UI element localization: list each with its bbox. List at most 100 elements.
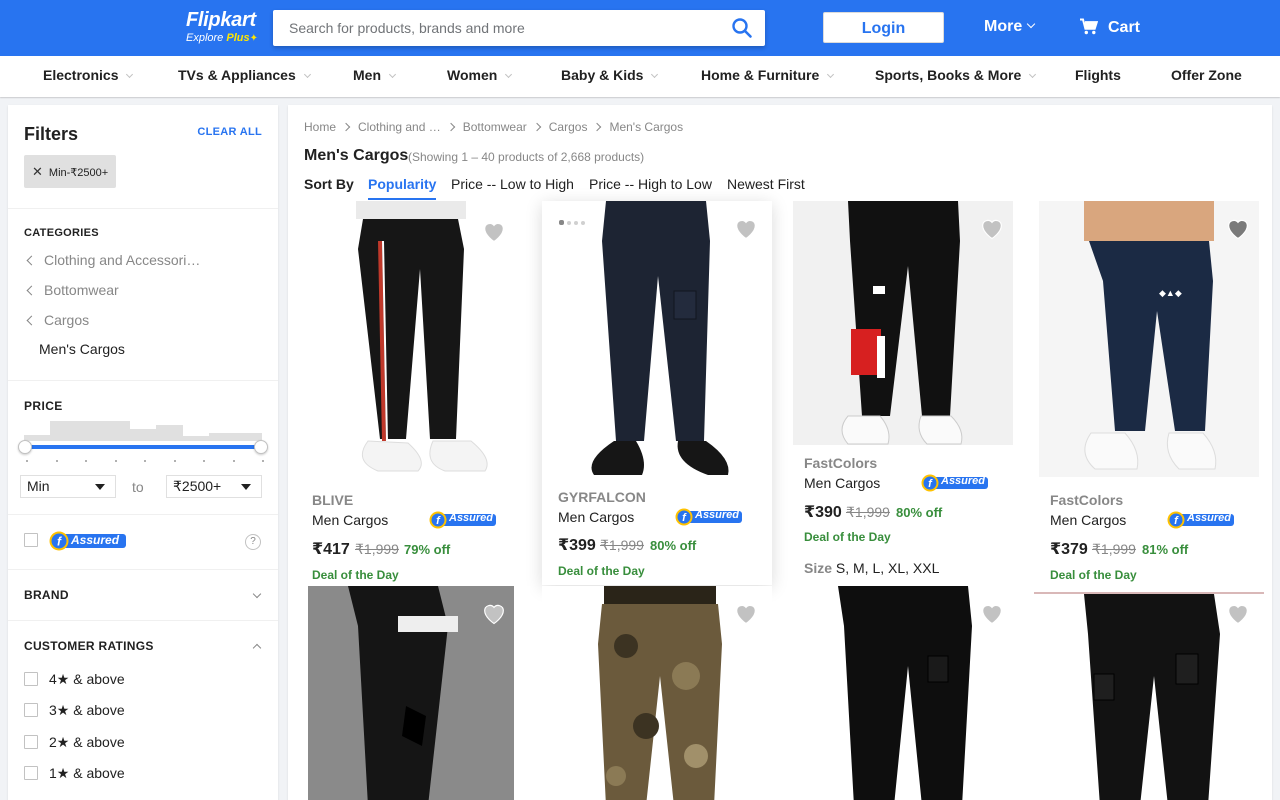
breadcrumb-cargos[interactable]: Cargos	[549, 120, 588, 134]
logo-wordmark: Flipkart	[186, 9, 256, 31]
nav-electronics[interactable]: Electronics	[43, 67, 134, 83]
rating-2-checkbox[interactable]	[24, 735, 38, 749]
nav-flights-label: Flights	[1075, 67, 1121, 83]
rating-3-checkbox[interactable]	[24, 703, 38, 717]
wishlist-heart-icon[interactable]	[732, 599, 760, 627]
rating-3-label[interactable]: 3★ & above	[49, 702, 125, 719]
product-image[interactable]	[556, 201, 762, 477]
sort-newest[interactable]: Newest First	[727, 176, 805, 192]
wishlist-heart-icon[interactable]	[978, 214, 1006, 242]
rating-2-label[interactable]: 2★ & above	[49, 734, 125, 751]
wishlist-heart-icon[interactable]	[732, 214, 760, 242]
nav-offer-zone-label: Offer Zone	[1171, 67, 1242, 83]
nav-home-furniture[interactable]: Home & Furniture	[701, 67, 835, 83]
more-menu[interactable]: More	[984, 18, 1036, 36]
product-card[interactable]	[542, 586, 772, 800]
current-category: Men's Cargos	[39, 341, 125, 357]
price-slider-tick	[262, 460, 264, 462]
product-name[interactable]: Men Cargos	[558, 509, 634, 525]
nav-sports-books[interactable]: Sports, Books & More	[875, 67, 1037, 83]
category-link-clothing[interactable]: Clothing and Accessori…	[24, 252, 200, 268]
sort-price-high-low[interactable]: Price -- High to Low	[589, 176, 712, 192]
wishlist-heart-icon[interactable]	[1224, 214, 1252, 242]
wishlist-heart-icon[interactable]	[480, 217, 508, 245]
price-slider-min-handle[interactable]	[18, 440, 32, 454]
wishlist-heart-icon[interactable]	[1224, 599, 1252, 627]
clear-all-button[interactable]: CLEAR ALL	[197, 126, 262, 138]
price-min-select[interactable]: Min	[20, 475, 116, 498]
product-image[interactable]: ◆▲◆	[1039, 201, 1259, 477]
product-card[interactable]: BLIVE Men Cargos f Assured ₹417 ₹1,999 7…	[300, 201, 530, 585]
product-card[interactable]: ◆▲◆ FastColors Men Cargos f Assured ₹379…	[1034, 201, 1264, 585]
breadcrumb-clothing[interactable]: Clothing and …	[358, 120, 441, 134]
breadcrumb-home[interactable]: Home	[304, 120, 336, 134]
price-max-select[interactable]: ₹2500+	[166, 475, 262, 498]
login-button[interactable]: Login	[823, 12, 944, 43]
deal-of-the-day: Deal of the Day	[804, 530, 891, 544]
chevron-down-icon	[505, 70, 513, 79]
sort-popularity[interactable]: Popularity	[368, 176, 437, 200]
nav-sports-books-label: Sports, Books & More	[875, 67, 1022, 83]
assured-badge-label: Assured	[941, 475, 986, 487]
price-slider-track[interactable]	[24, 445, 262, 449]
search-icon[interactable]	[731, 17, 753, 39]
product-card[interactable]	[1034, 586, 1264, 800]
breadcrumb-bottomwear[interactable]: Bottomwear	[463, 120, 527, 134]
price-histogram	[24, 421, 263, 441]
product-sizes: Size S, M, L, XL, XXL	[804, 560, 939, 576]
product-name[interactable]: Men Cargos	[804, 475, 880, 491]
product-price: ₹379	[1050, 541, 1088, 558]
category-link-bottomwear[interactable]: Bottomwear	[24, 282, 119, 298]
product-card[interactable]: GYRFALCON Men Cargos f Assured ₹399 ₹1,9…	[542, 201, 772, 585]
nav-tvs-appliances[interactable]: TVs & Appliances	[178, 67, 311, 83]
top-header: Flipkart Explore Plus✦ Login More Cart	[0, 0, 1280, 56]
price-max-value: ₹2500+	[173, 478, 222, 494]
price-slider-tick	[203, 460, 205, 462]
cart-button[interactable]: Cart	[1080, 18, 1140, 37]
product-image[interactable]	[1054, 594, 1244, 800]
flipkart-logo[interactable]: Flipkart Explore Plus✦	[186, 10, 258, 46]
active-filter-chip[interactable]: ✕ Min-₹2500+	[24, 155, 117, 188]
sort-price-low-high[interactable]: Price -- Low to High	[451, 176, 574, 192]
rating-1-checkbox[interactable]	[24, 766, 38, 780]
product-card[interactable]	[788, 586, 1018, 800]
assured-help-icon[interactable]: ?	[245, 534, 261, 550]
filters-title: Filters	[24, 124, 79, 144]
category-nav: Electronics TVs & Appliances Men Women B…	[0, 56, 1280, 97]
price-histogram-bar	[76, 421, 104, 441]
price-slider-tick	[114, 460, 117, 462]
rating-1-label[interactable]: 1★ & above	[49, 765, 125, 782]
rating-4-checkbox[interactable]	[24, 672, 38, 686]
logo-tagline-explore: Explore	[186, 32, 224, 44]
nav-men[interactable]: Men	[353, 67, 397, 83]
product-brand: GYRFALCON	[558, 489, 646, 505]
product-discount: 81% off	[1142, 542, 1189, 557]
product-card[interactable]: FastColors Men Cargos f Assured ₹390 ₹1,…	[788, 201, 1018, 585]
product-card[interactable]	[300, 586, 530, 800]
assured-badge-label: Assured	[71, 533, 120, 547]
product-image[interactable]	[808, 586, 998, 800]
wishlist-heart-icon[interactable]	[480, 599, 508, 627]
chevron-down-icon	[126, 70, 134, 79]
nav-men-label: Men	[353, 67, 381, 83]
nav-women[interactable]: Women	[447, 67, 513, 83]
nav-flights[interactable]: Flights	[1075, 67, 1121, 83]
price-slider-max-handle[interactable]	[254, 440, 268, 454]
deal-of-the-day: Deal of the Day	[312, 568, 399, 582]
wishlist-heart-icon[interactable]	[978, 599, 1006, 627]
result-count: (Showing 1 – 40 products of 2,668 produc…	[408, 150, 645, 164]
nav-offer-zone[interactable]: Offer Zone	[1171, 67, 1242, 83]
search-input[interactable]	[273, 10, 713, 46]
product-name[interactable]: Men Cargos	[312, 512, 388, 528]
product-sizes-label: Size	[804, 560, 833, 576]
chevron-left-icon	[26, 255, 37, 266]
assured-checkbox[interactable]	[24, 533, 38, 547]
chevron-left-icon	[26, 315, 37, 326]
chevron-down-icon	[1029, 70, 1037, 79]
close-icon[interactable]: ✕	[32, 164, 43, 179]
rating-4-label[interactable]: 4★ & above	[49, 671, 125, 688]
nav-baby-kids[interactable]: Baby & Kids	[561, 67, 659, 83]
product-name[interactable]: Men Cargos	[1050, 512, 1126, 528]
category-link-cargos[interactable]: Cargos	[24, 312, 89, 328]
image-carousel-dots	[559, 212, 588, 228]
